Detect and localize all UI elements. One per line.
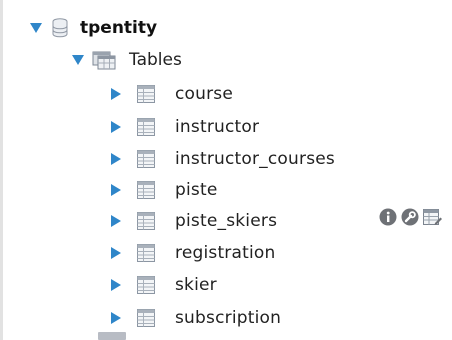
collapse-arrow-icon[interactable] (110, 153, 122, 165)
collapse-arrow-icon[interactable] (110, 279, 122, 291)
tables-folder-label: Tables (129, 50, 182, 70)
table-node-piste-skiers[interactable]: piste_skiers (0, 205, 277, 237)
table-name: subscription (175, 308, 282, 328)
table-name: instructor_courses (175, 149, 335, 169)
collapse-arrow-icon[interactable] (110, 184, 122, 196)
table-node-instructor-courses[interactable]: instructor_courses (0, 143, 335, 175)
table-node-course[interactable]: course (0, 78, 233, 110)
table-name: course (175, 84, 234, 104)
collapse-arrow-icon[interactable] (110, 88, 122, 100)
schema-node-tpentity[interactable]: tpentity (0, 12, 157, 44)
collapse-arrow-icon[interactable] (110, 312, 122, 324)
table-icon (136, 180, 156, 200)
info-icon[interactable] (378, 207, 398, 227)
table-node-piste[interactable]: piste (0, 174, 218, 206)
table-icon (136, 275, 156, 295)
table-icon (136, 308, 156, 328)
table-icon (136, 84, 156, 104)
table-name: instructor (175, 117, 260, 137)
database-icon (52, 18, 68, 38)
table-node-skier[interactable]: skier (0, 269, 217, 301)
row-hover-actions (378, 207, 442, 227)
collapse-arrow-icon[interactable] (110, 247, 122, 259)
table-data-icon[interactable] (422, 207, 442, 227)
table-icon (136, 149, 156, 169)
wrench-icon[interactable] (400, 207, 420, 227)
table-name: piste_skiers (175, 211, 278, 231)
tables-folder-node[interactable]: Tables (0, 44, 182, 76)
table-node-registration[interactable]: registration (0, 237, 275, 269)
table-node-subscription[interactable]: subscription (0, 302, 281, 334)
collapse-arrow-icon[interactable] (110, 121, 122, 133)
next-node-icon-partial (98, 332, 126, 340)
table-name: registration (175, 243, 276, 263)
table-icon (136, 117, 156, 137)
table-node-instructor[interactable]: instructor (0, 111, 259, 143)
table-name: skier (175, 275, 217, 295)
schema-name: tpentity (80, 18, 158, 38)
tables-folder-icon (92, 50, 116, 70)
expand-arrow-icon[interactable] (72, 54, 84, 66)
table-icon (136, 243, 156, 263)
expand-arrow-icon[interactable] (30, 22, 42, 34)
collapse-arrow-icon[interactable] (110, 215, 122, 227)
table-name: piste (175, 180, 218, 200)
table-icon (136, 211, 156, 231)
